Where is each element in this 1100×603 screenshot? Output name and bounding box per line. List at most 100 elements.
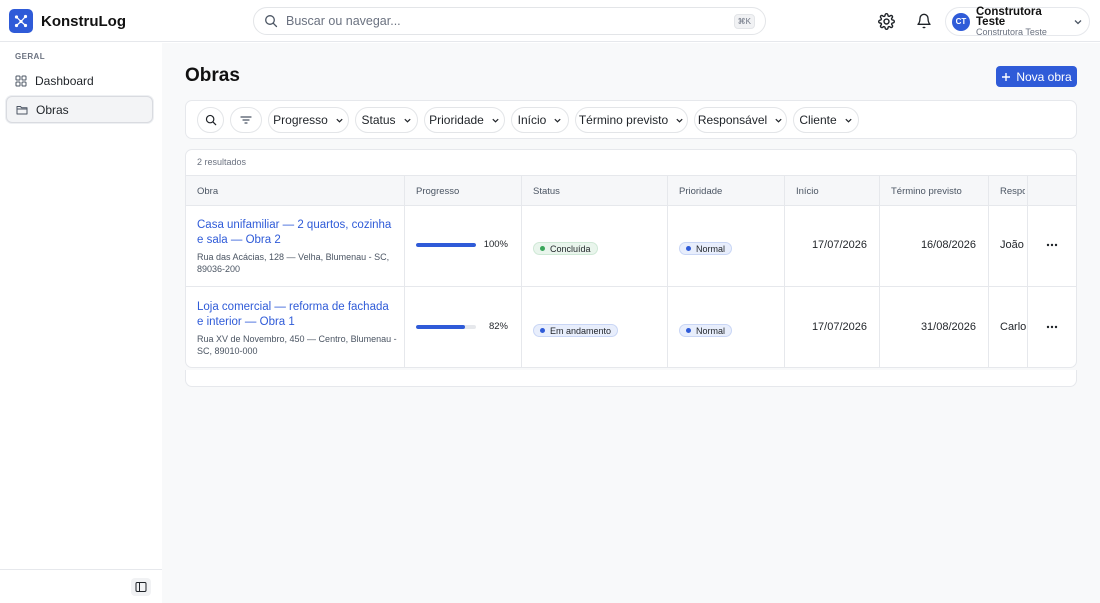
progress-value: 100% bbox=[483, 239, 508, 250]
obra-address: Rua XV de Novembro, 450 — Centro, Blumen… bbox=[197, 334, 397, 356]
column-header-responsavel[interactable]: Respo bbox=[1000, 186, 1025, 197]
priority-dot bbox=[686, 246, 691, 251]
progress-bar bbox=[416, 324, 476, 329]
table-header: Obra Progresso Status Prioridade Início … bbox=[186, 175, 1076, 206]
obra-title-link[interactable]: Loja comercial — reforma de fachada e in… bbox=[197, 300, 397, 330]
obra-title-link[interactable]: Casa unifamiliar — 2 quartos, cozinha e … bbox=[197, 218, 397, 248]
status-badge: Em andamento bbox=[533, 324, 619, 337]
search-placeholder: Buscar ou navegar... bbox=[286, 14, 401, 28]
table-footer bbox=[185, 370, 1077, 387]
new-obra-label: Nova obra bbox=[1016, 69, 1072, 84]
column-header-termino-previsto[interactable]: Término previsto bbox=[891, 186, 962, 197]
chevron-down-icon bbox=[676, 118, 683, 123]
start-date: 17/07/2026 bbox=[811, 321, 867, 333]
start-date: 17/07/2026 bbox=[811, 239, 867, 251]
more-horizontal-icon bbox=[1046, 243, 1058, 247]
chevron-down-icon bbox=[554, 118, 561, 123]
row-actions-button[interactable] bbox=[1045, 322, 1059, 332]
status-label: Concluída bbox=[550, 243, 591, 254]
status-dot bbox=[540, 246, 545, 251]
chevron-down-icon bbox=[775, 118, 782, 123]
search-filter-button[interactable] bbox=[197, 107, 224, 133]
plus-icon bbox=[1002, 72, 1011, 81]
row-actions-button[interactable] bbox=[1045, 240, 1059, 250]
chevron-down-icon bbox=[492, 118, 499, 123]
user-org: Construtora Teste bbox=[976, 26, 1047, 37]
obra-address: Rua das Acácias, 128 — Velha, Blumenau -… bbox=[197, 252, 390, 274]
search-icon bbox=[205, 114, 216, 126]
sidebar-section-label: GERAL bbox=[15, 52, 45, 61]
obras-table: 2 resultados Obra Progresso Status Prior… bbox=[185, 149, 1077, 368]
user-menu[interactable]: CT Construtora Teste Construtora Teste bbox=[945, 5, 1090, 37]
logo-icon bbox=[9, 9, 33, 33]
status-label: Em andamento bbox=[550, 325, 612, 336]
filter-icon bbox=[240, 116, 252, 124]
column-header-status[interactable]: Status bbox=[533, 186, 560, 197]
progress-bar-fill bbox=[416, 242, 476, 247]
sidebar-item-label: Dashboard bbox=[35, 73, 94, 88]
filter-options-button[interactable] bbox=[230, 107, 262, 133]
sidebar-item-dashboard[interactable]: Dashboard bbox=[6, 67, 153, 94]
filter-status[interactable]: Status bbox=[355, 107, 418, 133]
progress-cell: 100% bbox=[416, 239, 508, 250]
filter-progresso[interactable]: Progresso bbox=[268, 107, 349, 133]
settings-button[interactable] bbox=[876, 11, 896, 31]
notifications-button[interactable] bbox=[914, 11, 934, 31]
filter-termino-previsto[interactable]: Término previsto bbox=[575, 107, 688, 133]
end-date: 16/08/2026 bbox=[920, 239, 976, 251]
priority-dot bbox=[686, 328, 691, 333]
sidebar-item-label: Obras bbox=[36, 102, 69, 117]
bell-icon bbox=[917, 13, 931, 29]
column-header-prioridade[interactable]: Prioridade bbox=[679, 186, 722, 197]
filter-prioridade[interactable]: Prioridade bbox=[424, 107, 505, 133]
more-horizontal-icon bbox=[1046, 325, 1058, 329]
chevron-down-icon bbox=[336, 118, 343, 123]
search-input[interactable]: Buscar ou navegar... ⌘K bbox=[253, 7, 766, 35]
filter-label: Cliente bbox=[799, 113, 837, 127]
end-date: 31/08/2026 bbox=[920, 321, 976, 333]
progress-cell: 82% bbox=[416, 321, 508, 332]
results-count: 2 resultados bbox=[197, 157, 247, 167]
collapse-sidebar-button[interactable] bbox=[131, 578, 151, 596]
search-shortcut: ⌘K bbox=[733, 13, 755, 29]
sidebar-footer bbox=[0, 569, 162, 603]
priority-badge: Normal bbox=[679, 242, 733, 255]
progress-bar-fill bbox=[416, 324, 466, 329]
chevron-down-icon bbox=[845, 118, 852, 123]
gear-icon bbox=[877, 12, 895, 30]
filter-label: Início bbox=[517, 113, 547, 127]
progress-value: 82% bbox=[488, 321, 508, 332]
filter-label: Progresso bbox=[273, 113, 328, 127]
column-header-obra[interactable]: Obra bbox=[197, 186, 218, 197]
avatar: CT bbox=[952, 12, 970, 31]
user-name: Construtora Teste bbox=[976, 5, 1042, 28]
folder-icon bbox=[16, 105, 28, 114]
priority-badge: Normal bbox=[679, 324, 733, 337]
column-header-inicio[interactable]: Início bbox=[796, 186, 819, 197]
filter-label: Responsável bbox=[697, 113, 768, 127]
filter-responsavel[interactable]: Responsável bbox=[694, 107, 787, 133]
status-badge: Concluída bbox=[533, 242, 598, 255]
filter-bar: Progresso Status Prioridade Início Térmi… bbox=[185, 100, 1077, 139]
table-row[interactable]: Loja comercial — reforma de fachada e in… bbox=[186, 287, 1076, 367]
priority-label: Normal bbox=[696, 243, 726, 254]
sidebar-item-obras[interactable]: Obras bbox=[6, 96, 153, 123]
grid-icon bbox=[15, 75, 27, 86]
filter-label: Término previsto bbox=[578, 113, 669, 127]
sidebar-toggle-icon bbox=[135, 582, 147, 592]
filter-label: Status bbox=[361, 113, 396, 127]
priority-label: Normal bbox=[696, 325, 726, 336]
chevron-down-icon bbox=[403, 118, 411, 123]
new-obra-button[interactable]: Nova obra bbox=[996, 66, 1077, 87]
main-content: Obras Nova obra Progresso Status Priorid… bbox=[162, 43, 1100, 603]
app-logo[interactable]: KonstruLog bbox=[9, 9, 126, 33]
status-dot bbox=[540, 328, 545, 333]
page-title: Obras bbox=[185, 65, 240, 86]
filter-inicio[interactable]: Início bbox=[511, 107, 569, 133]
progress-bar bbox=[416, 242, 476, 247]
app-name: KonstruLog bbox=[41, 12, 126, 30]
table-row[interactable]: Casa unifamiliar — 2 quartos, cozinha e … bbox=[186, 206, 1076, 287]
column-header-progresso[interactable]: Progresso bbox=[416, 186, 459, 197]
filter-cliente[interactable]: Cliente bbox=[793, 107, 859, 133]
top-bar: KonstruLog Buscar ou navegar... ⌘K CT Co… bbox=[0, 0, 1100, 42]
